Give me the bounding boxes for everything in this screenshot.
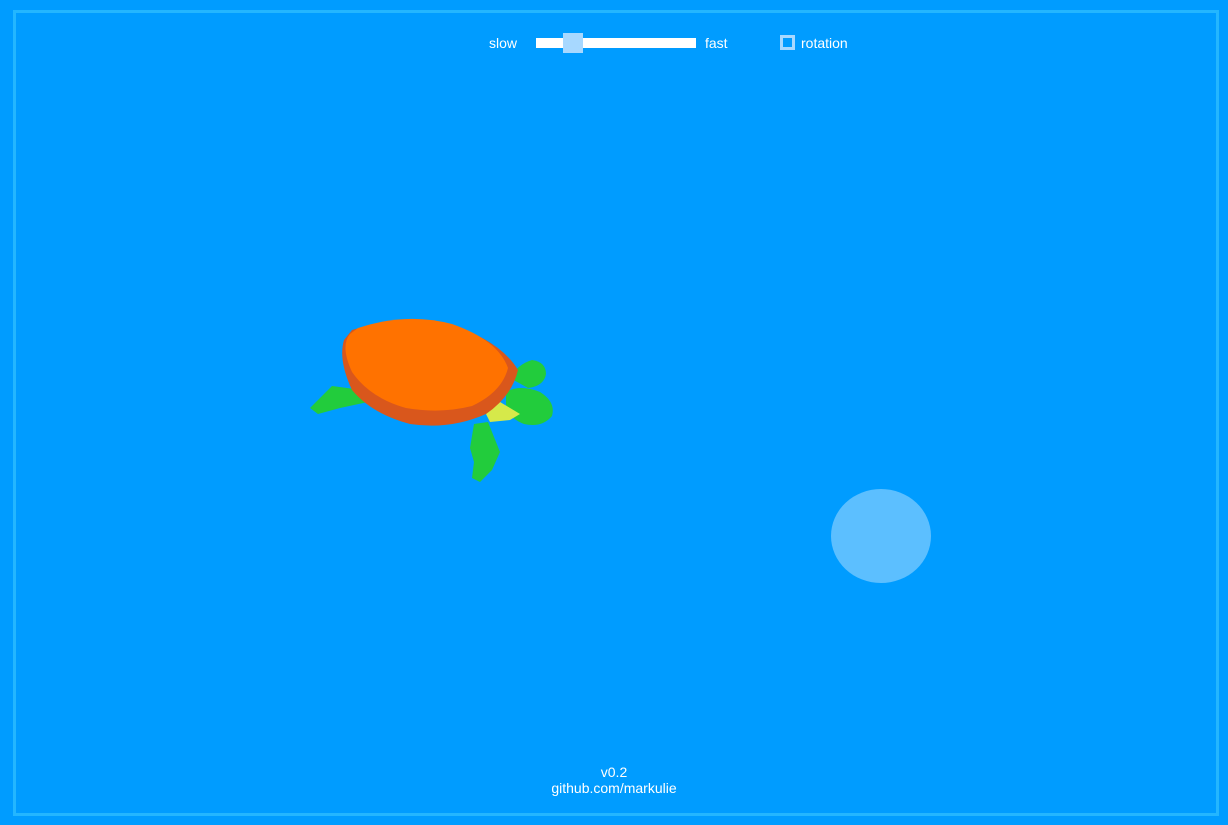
controls-bar: slow fast rotation	[0, 30, 1228, 56]
turtle-head	[506, 388, 553, 425]
speed-slider[interactable]	[536, 33, 696, 53]
footer: v0.2 github.com/markulie	[0, 764, 1228, 796]
game-canvas[interactable]	[0, 0, 1228, 825]
bubble	[831, 489, 931, 583]
game-stage: slow fast rotation v0.2 github.com/marku…	[0, 0, 1228, 825]
speed-max-label: fast	[705, 35, 728, 51]
rotation-checkbox[interactable]	[780, 35, 795, 50]
version-label: v0.2	[600, 764, 628, 780]
github-link[interactable]: github.com/markulie	[551, 780, 676, 796]
speed-min-label: slow	[489, 35, 518, 51]
speed-slider-thumb[interactable]	[562, 33, 583, 53]
rotation-label[interactable]: rotation	[801, 35, 848, 51]
turtle-front-flipper-lower	[470, 422, 500, 482]
rotation-checkbox-inner	[783, 38, 792, 47]
